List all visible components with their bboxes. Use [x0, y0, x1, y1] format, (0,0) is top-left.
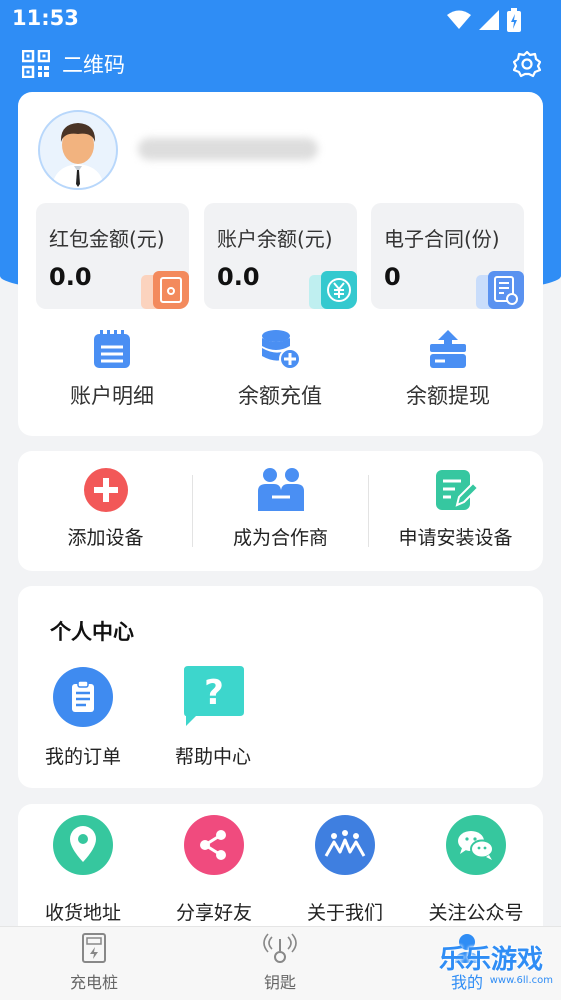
- avatar[interactable]: [38, 110, 118, 190]
- edit-form-icon: [435, 470, 479, 510]
- stat-label: 账户余额(元): [217, 227, 333, 251]
- status-icons: [447, 8, 521, 32]
- red-packet-icon: [141, 271, 189, 309]
- balance-withdraw-button[interactable]: 余额提现: [364, 328, 532, 418]
- watermark: 乐乐游戏 www.6ll.com: [439, 945, 557, 995]
- blurred-username: [138, 138, 318, 160]
- watermark-url: www.6ll.com: [489, 975, 553, 986]
- contract-icon: [476, 271, 524, 309]
- shipping-address-button[interactable]: 收货地址: [18, 814, 148, 925]
- gear-icon[interactable]: [513, 50, 541, 78]
- about-us-label: 关于我们: [306, 902, 383, 924]
- my-orders-label: 我的订单: [44, 746, 121, 768]
- share-friends-label: 分享好友: [175, 902, 252, 924]
- partners-icon: [257, 468, 304, 511]
- follow-official-account-label: 关注公众号: [428, 902, 524, 924]
- top-header: 二维码: [0, 42, 561, 86]
- about-us-button[interactable]: 关于我们: [280, 814, 410, 925]
- wifi-icon: [447, 10, 471, 29]
- tab-label: 充电桩: [69, 973, 118, 992]
- clipboard-icon: [53, 667, 113, 727]
- signal-icon: [479, 10, 499, 30]
- yuan-coin-icon: [309, 271, 357, 309]
- stat-label: 电子合同(份): [384, 227, 500, 251]
- add-device-button[interactable]: 添加设备: [18, 467, 193, 567]
- stat-contract[interactable]: 电子合同(份) 0: [371, 203, 524, 309]
- status-time: 11:53: [12, 6, 79, 30]
- help-center-label: 帮助中心: [174, 746, 251, 768]
- share-icon: [184, 815, 244, 875]
- qr-code-icon[interactable]: [22, 50, 50, 78]
- account-details-button[interactable]: 账户明细: [28, 328, 196, 418]
- svg-text:?: ?: [204, 673, 224, 713]
- personal-center-card: 个人中心 我的订单 ? 帮助中心: [18, 586, 543, 788]
- account-details-label: 账户明细: [70, 384, 154, 408]
- stat-value: 0: [384, 263, 401, 291]
- watermark-text: 乐乐游戏: [439, 945, 544, 975]
- stat-label: 红包金额(元): [49, 227, 165, 251]
- charging-pile-icon: [82, 933, 106, 963]
- my-orders-button[interactable]: 我的订单: [28, 666, 138, 769]
- qr-code-label[interactable]: 二维码: [62, 49, 125, 79]
- balance-recharge-label: 余额充值: [238, 384, 322, 408]
- help-center-button[interactable]: ? 帮助中心: [158, 666, 268, 769]
- stat-value: 0.0: [217, 263, 260, 291]
- become-partner-label: 成为合作商: [232, 527, 328, 549]
- share-friends-button[interactable]: 分享好友: [149, 814, 279, 925]
- battery-icon: [507, 8, 521, 32]
- withdraw-icon: [430, 330, 466, 368]
- wechat-icon: [446, 815, 506, 875]
- tab-key[interactable]: 钥匙: [210, 933, 350, 993]
- personal-center-title: 个人中心: [50, 620, 134, 644]
- balance-recharge-button[interactable]: 余额充值: [196, 328, 364, 418]
- status-bar: 11:53: [0, 0, 561, 38]
- profile-card: 红包金额(元) 0.0 账户余额(元) 0.0 电子合同(份) 0 账户明细 余…: [18, 92, 543, 436]
- key-signal-icon: [263, 933, 297, 963]
- user-avatar-icon: [52, 123, 104, 188]
- location-pin-icon: [53, 815, 113, 875]
- stat-red-packet[interactable]: 红包金额(元) 0.0: [36, 203, 189, 309]
- plus-circle-icon: [83, 468, 128, 512]
- shipping-address-label: 收货地址: [44, 902, 121, 924]
- team-icon: [315, 815, 375, 875]
- apply-install-button[interactable]: 申请安装设备: [368, 467, 543, 567]
- stat-value: 0.0: [49, 263, 92, 291]
- more-services-card: 收货地址 分享好友 关于我们 关注公众号: [18, 804, 543, 934]
- operations-card: 添加设备 成为合作商 申请安装设备: [18, 451, 543, 571]
- tab-charging-pile[interactable]: 充电桩: [24, 933, 164, 993]
- become-partner-button[interactable]: 成为合作商: [193, 467, 368, 567]
- coins-plus-icon: [262, 330, 301, 370]
- stat-balance[interactable]: 账户余额(元) 0.0: [204, 203, 357, 309]
- add-device-label: 添加设备: [67, 527, 144, 549]
- notepad-icon: [94, 330, 130, 368]
- apply-install-label: 申请安装设备: [398, 527, 513, 549]
- help-question-icon: ?: [184, 666, 244, 726]
- balance-withdraw-label: 余额提现: [406, 384, 490, 408]
- tab-label: 钥匙: [263, 973, 296, 992]
- follow-official-account-button[interactable]: 关注公众号: [411, 814, 541, 925]
